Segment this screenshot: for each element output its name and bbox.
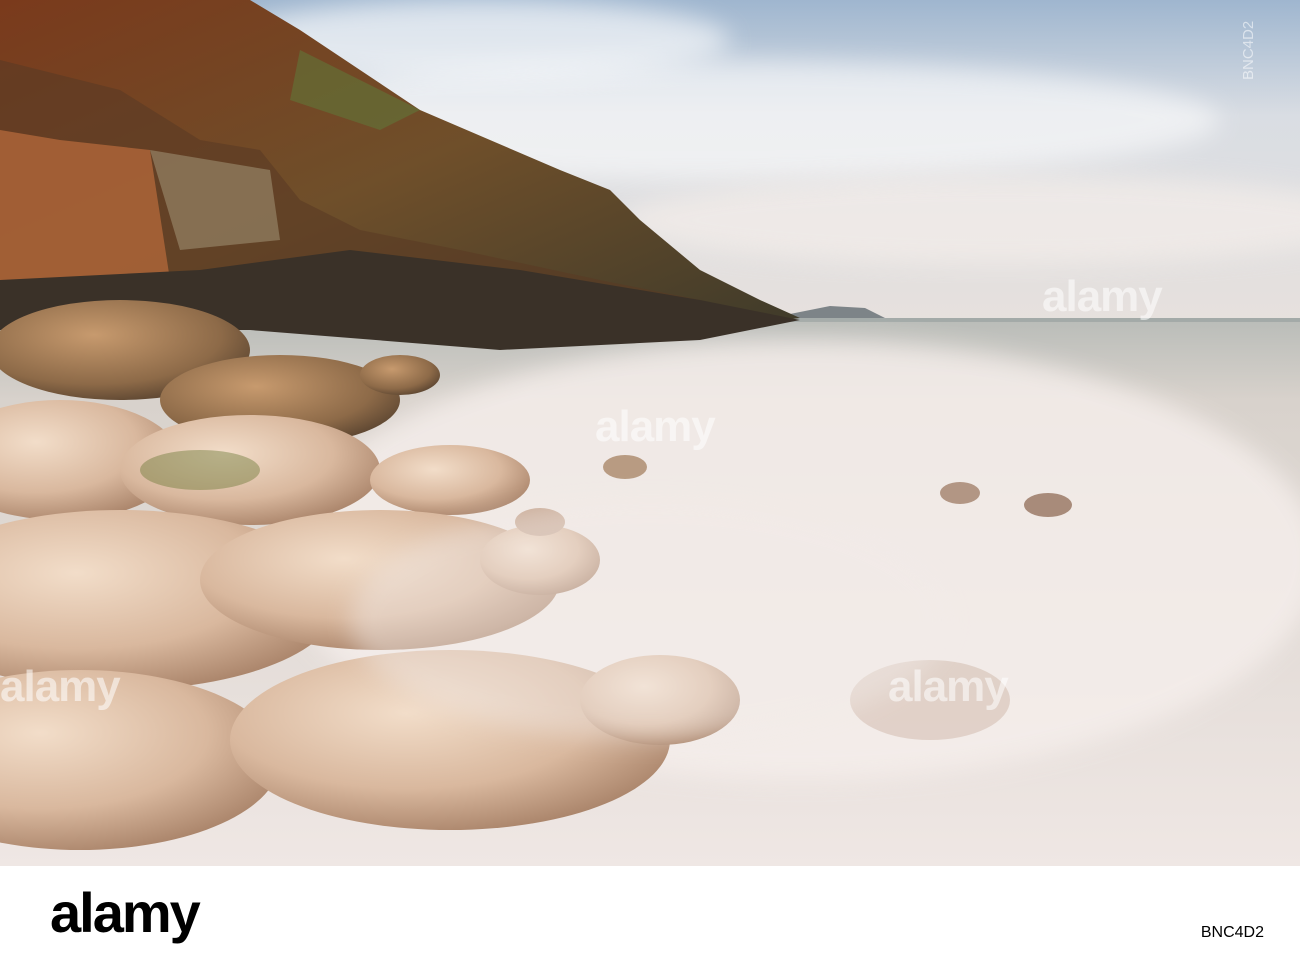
stock-footer-bar: alamy BNC4D2 xyxy=(0,866,1300,956)
coastal-photograph: alamy alamy alamy alamy BNC4D2 xyxy=(0,0,1300,866)
watermark-logo: alamy xyxy=(1042,272,1163,321)
watermark-logo: alamy xyxy=(888,662,1009,711)
watermark-image-id: BNC4D2 xyxy=(1240,20,1257,80)
watermark-logo: alamy xyxy=(0,662,121,711)
alamy-logo: alamy xyxy=(50,881,201,944)
watermark-logo: alamy xyxy=(595,402,716,451)
image-id-label: BNC4D2 xyxy=(1200,924,1264,941)
